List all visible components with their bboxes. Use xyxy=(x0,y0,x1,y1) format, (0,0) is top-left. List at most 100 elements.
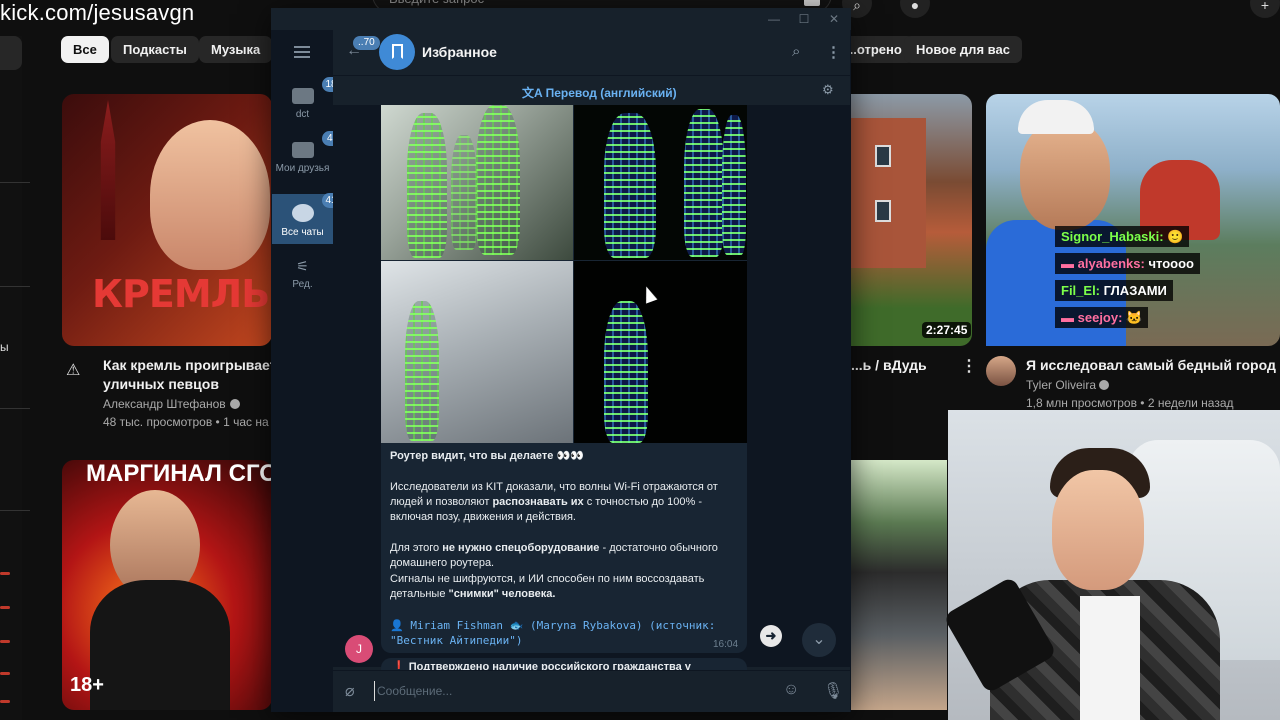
chip-podcasts[interactable]: Подкасты xyxy=(111,36,199,63)
webcam-person xyxy=(1052,470,1144,590)
translate-icon: 文A xyxy=(522,86,546,100)
wireframe-person xyxy=(451,135,477,250)
rail-divider xyxy=(0,286,30,287)
scroll-down-icon[interactable]: ⌄ xyxy=(802,623,836,657)
folder-label: Мои друзья xyxy=(275,163,330,174)
video-title[interactable]: Я исследовал самый бедный город в А xyxy=(1026,356,1280,375)
chat-message: 🐱 xyxy=(1126,310,1143,325)
post-paragraph: Сигналы не шифруются, и ИИ способен по н… xyxy=(390,573,705,600)
rail-live-dot xyxy=(0,700,10,703)
chat-nick: seejoy: xyxy=(1077,310,1123,325)
rail-divider xyxy=(0,182,30,183)
wireframe-person xyxy=(684,109,724,257)
create-icon[interactable]: + xyxy=(1250,0,1280,18)
emoji-icon[interactable]: ☺ xyxy=(783,681,799,699)
thumbnail-person xyxy=(150,120,270,270)
maximize-button[interactable]: ☐ xyxy=(789,8,819,30)
message-input[interactable] xyxy=(374,681,764,701)
stream-chat-line: Signor_Habaski: 🙂 xyxy=(1055,226,1190,247)
stream-watermark: kick.com/jesusavgn xyxy=(0,0,195,25)
chat-title[interactable]: Избранное xyxy=(422,44,497,60)
forward-credit[interactable]: 👤 Miriam Fishman 🐟 (Maryna Rybakova) (ис… xyxy=(390,618,740,648)
folder-label: Все чаты xyxy=(281,227,324,238)
thumbnail-person xyxy=(1020,120,1110,230)
image-panel xyxy=(381,105,573,260)
stream-chat-line: ▬ seejoy: 🐱 xyxy=(1055,307,1149,328)
video-title[interactable]: ...ь / вДудь xyxy=(851,356,927,375)
folder-icon: 189 xyxy=(291,77,347,104)
forward-icon[interactable]: ➜ xyxy=(760,625,782,647)
menu-icon[interactable] xyxy=(294,46,310,58)
post-paragraph: Для этого не нужно спецоборудование - до… xyxy=(390,542,718,569)
age-rating-badge: 18+ xyxy=(70,674,104,696)
folder-label: Ред. xyxy=(292,279,313,290)
microphone-icon[interactable]: ● xyxy=(900,0,930,18)
more-options-icon[interactable]: ⋮ xyxy=(961,356,977,376)
translate-button[interactable]: 文A Перевод (английский) xyxy=(522,84,677,101)
channel-avatar[interactable] xyxy=(986,356,1016,386)
wireframe-person xyxy=(604,301,648,443)
video-thumbnail[interactable] xyxy=(851,460,947,710)
rail-live-dot xyxy=(0,640,10,643)
rail-label: ы xyxy=(0,340,9,354)
thumbnail-building xyxy=(851,118,926,268)
wireframe-person xyxy=(476,105,520,255)
translate-settings-icon[interactable]: ⚙ xyxy=(822,82,834,98)
thumbnail-window xyxy=(875,145,891,167)
next-message-preview: ❗ Подтверждено наличие российского гражд… xyxy=(392,661,691,670)
folder-dct[interactable]: 189 dct xyxy=(272,77,347,130)
sender-avatar[interactable]: J xyxy=(345,635,373,663)
video-title[interactable]: Как кремль проигрывает о xyxy=(103,356,289,375)
video-duration: 2:27:45 xyxy=(922,322,972,338)
wireframe-person xyxy=(405,301,439,441)
image-panel xyxy=(574,105,747,260)
chats-icon: 413 xyxy=(291,193,347,222)
post-headline: Роутер видит, что вы делаете 👀👀 xyxy=(390,450,584,462)
microphone-icon[interactable]: 🎙 xyxy=(823,681,843,701)
folder-label: dct xyxy=(295,109,310,120)
rail-divider xyxy=(0,408,30,409)
youtube-left-rail xyxy=(0,36,22,720)
stream-chat-line: Fil_El: ГЛАЗАМИ xyxy=(1055,280,1173,301)
thumbnail-person xyxy=(90,580,230,710)
chat-message: 🙂 xyxy=(1167,229,1184,244)
verified-icon xyxy=(1099,380,1109,390)
chip-new-for-you[interactable]: Новое для вас xyxy=(904,36,1022,63)
chip-music[interactable]: Музыка xyxy=(199,36,273,63)
video-meta: 48 тыс. просмотров • 1 час на xyxy=(103,415,269,429)
stream-chat-line: ▬ alyabenks: чтоооо xyxy=(1055,253,1200,274)
more-options-icon[interactable]: ⋮ xyxy=(826,43,841,61)
chat-nick: Fil_El: xyxy=(1061,283,1101,298)
youtube-rail-item[interactable] xyxy=(0,36,22,70)
message-image[interactable] xyxy=(381,105,747,443)
search-icon[interactable]: ⌕ xyxy=(792,43,800,60)
channel-name[interactable]: Tyler Oliveira xyxy=(1026,376,1096,394)
keyboard-icon[interactable] xyxy=(804,0,820,6)
channel-avatar-icon[interactable]: ⚠ xyxy=(66,360,88,382)
chat-message: ГЛАЗАМИ xyxy=(1103,283,1167,298)
video-title[interactable]: уличных певцов xyxy=(103,375,219,394)
rail-live-dot xyxy=(0,572,10,575)
rail-divider xyxy=(0,510,30,511)
image-panel xyxy=(574,261,747,443)
attach-icon[interactable]: ⌀ xyxy=(345,681,355,701)
chip-all[interactable]: Все xyxy=(61,36,109,63)
channel-name[interactable]: Александр Штефанов xyxy=(103,395,226,413)
folder-all-chats[interactable]: 413 Все чаты xyxy=(272,193,347,244)
rail-live-dot xyxy=(0,606,10,609)
webcam-person xyxy=(1080,596,1140,720)
chat-nick: Signor_Habaski: xyxy=(1061,229,1164,244)
folder-icon: 47 xyxy=(291,131,344,158)
folder-edit[interactable]: ⚟ Ред. xyxy=(272,258,333,298)
close-button[interactable]: ✕ xyxy=(819,8,849,30)
thumbnail-window xyxy=(875,200,891,222)
verified-icon xyxy=(230,399,240,409)
minimize-button[interactable]: — xyxy=(759,8,789,30)
chat-message: чтоооо xyxy=(1148,256,1194,271)
folder-friends[interactable]: 47 Мои друзья xyxy=(272,131,344,192)
thumbnail-caption: МАРГИНАЛ СГО xyxy=(86,460,278,487)
sliders-icon: ⚟ xyxy=(296,258,309,274)
message-time: 16:04 xyxy=(713,639,739,650)
post-paragraph: Исследователи из KIT доказали, что волны… xyxy=(390,481,718,523)
unread-badge: ..70 xyxy=(353,36,380,50)
